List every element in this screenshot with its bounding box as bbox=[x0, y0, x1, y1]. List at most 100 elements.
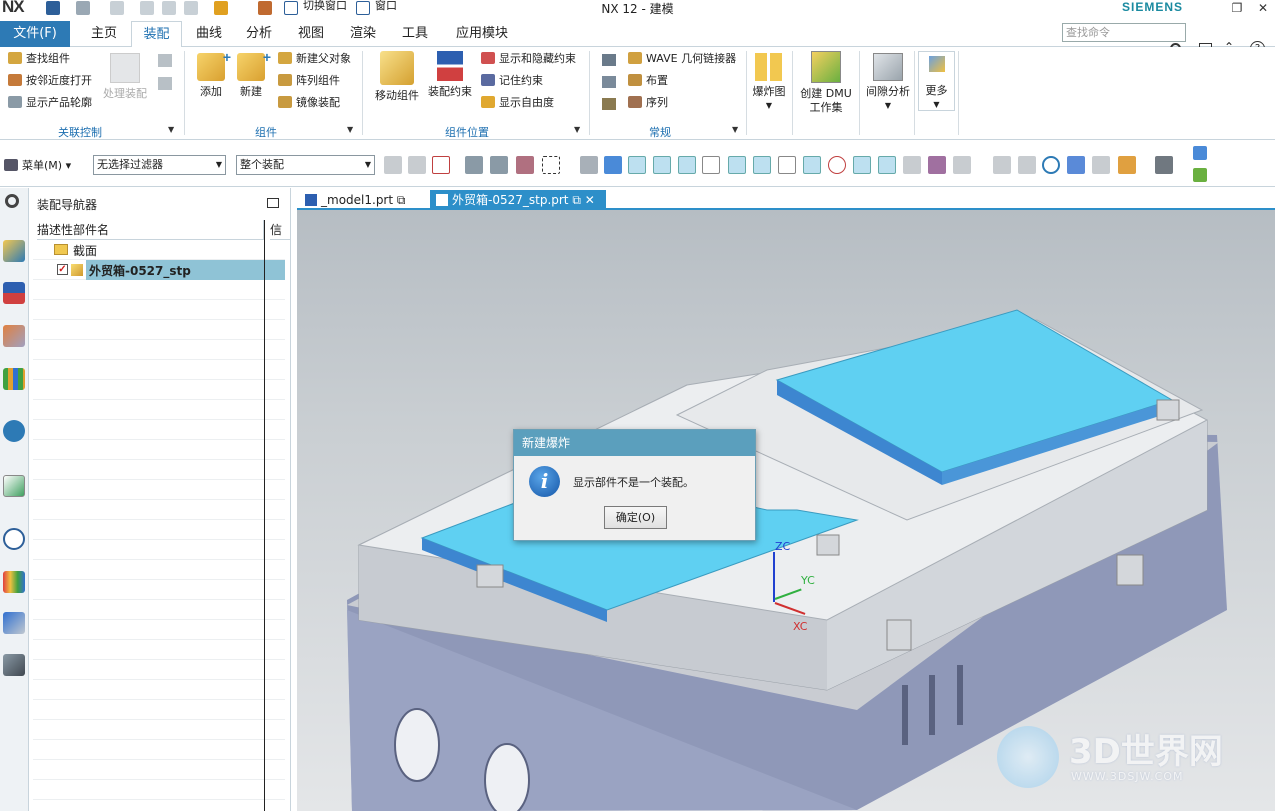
rotate-view-icon[interactable] bbox=[1042, 156, 1060, 174]
paste-icon[interactable] bbox=[184, 1, 198, 15]
window-menu[interactable]: 窗口 bbox=[375, 0, 397, 13]
snap-icon[interactable] bbox=[903, 156, 921, 174]
group-expand-icon[interactable]: ▼ bbox=[168, 125, 174, 134]
find-component-button[interactable]: 查找组件 bbox=[8, 52, 70, 66]
select-tool-icon[interactable] bbox=[465, 156, 483, 174]
close-icon[interactable]: ✕ bbox=[1254, 0, 1272, 16]
view-cube-icon[interactable] bbox=[1193, 146, 1207, 160]
graphics-window[interactable]: ZC YC XC 3D世界网 WWW.3DSJW.COM bbox=[297, 210, 1275, 811]
view-tool-icon[interactable] bbox=[1155, 156, 1173, 174]
gallery-icon[interactable] bbox=[158, 54, 172, 67]
undo-icon[interactable] bbox=[76, 1, 90, 15]
select-tool-icon[interactable] bbox=[408, 156, 426, 174]
snap-icon[interactable] bbox=[702, 156, 720, 174]
tab-applications[interactable]: 应用模块 bbox=[446, 21, 518, 47]
checkbox-checked-icon[interactable]: ✓ bbox=[57, 264, 68, 275]
doc-tab-model1[interactable]: _model1.prt ⧉ bbox=[299, 190, 425, 210]
process-assembly-button[interactable]: 处理装配 bbox=[100, 53, 150, 101]
tree-row-selected[interactable]: ✓ 外贸箱-0527_stp bbox=[33, 260, 285, 280]
tab-view[interactable]: 视图 bbox=[288, 21, 334, 47]
switch-window-icon[interactable] bbox=[284, 1, 298, 15]
snap-icon[interactable] bbox=[928, 156, 946, 174]
tab-home[interactable]: 主页 bbox=[80, 21, 128, 47]
arrangement-button[interactable]: 布置 bbox=[628, 74, 668, 88]
gallery-icon-2[interactable] bbox=[158, 77, 172, 90]
snap-center-icon[interactable] bbox=[803, 156, 821, 174]
menu-button[interactable]: 菜单(M) ▾ bbox=[4, 157, 71, 173]
select-tool-icon[interactable] bbox=[516, 156, 534, 174]
snap-icon[interactable] bbox=[653, 156, 671, 174]
touch-mode-icon[interactable] bbox=[258, 1, 272, 15]
redo-icon[interactable] bbox=[110, 1, 124, 15]
visualization-icon[interactable] bbox=[3, 571, 25, 593]
wave-linker-button[interactable]: WAVE 几何链接器 bbox=[628, 52, 736, 66]
show-hide-constraints-button[interactable]: 显示和隐藏约束 bbox=[481, 52, 576, 66]
dialog-title[interactable]: 新建爆炸 bbox=[514, 430, 755, 456]
close-tab-icon[interactable]: ✕ bbox=[585, 193, 595, 207]
selection-scope-dropdown[interactable]: 整个装配 ▼ bbox=[236, 155, 375, 175]
file-tab[interactable]: 文件(F) bbox=[0, 21, 70, 47]
group-expand-icon[interactable]: ▼ bbox=[732, 125, 738, 134]
mirror-assembly-button[interactable]: 镜像装配 bbox=[278, 96, 340, 110]
tab-curve[interactable]: 曲线 bbox=[186, 21, 232, 47]
rectangle-select-icon[interactable] bbox=[542, 156, 560, 174]
show-dof-button[interactable]: 显示自由度 bbox=[481, 96, 554, 110]
view-tool-icon[interactable] bbox=[1018, 156, 1036, 174]
general-icon-2[interactable] bbox=[602, 76, 616, 88]
select-tool-icon[interactable] bbox=[384, 156, 402, 174]
ok-button[interactable]: 确定(O) bbox=[604, 506, 667, 529]
web-browser-icon[interactable] bbox=[3, 475, 25, 497]
add-component-button[interactable]: + 添加 bbox=[190, 49, 232, 99]
clearance-analysis-button[interactable]: 间隙分析 ▼ bbox=[862, 53, 914, 113]
view-tool-icon[interactable] bbox=[1067, 156, 1085, 174]
group-expand-icon[interactable]: ▼ bbox=[347, 125, 353, 134]
tab-analysis[interactable]: 分析 bbox=[236, 21, 282, 47]
snap-icon[interactable] bbox=[678, 156, 696, 174]
copy-icon[interactable] bbox=[162, 1, 176, 15]
snap-point-icon[interactable] bbox=[432, 156, 450, 174]
process-studio-icon[interactable] bbox=[3, 612, 25, 634]
snap-icon[interactable] bbox=[628, 156, 646, 174]
open-by-proximity-button[interactable]: 按邻近度打开 bbox=[8, 74, 92, 88]
pattern-component-button[interactable]: 阵列组件 bbox=[278, 74, 340, 88]
doc-tab-active[interactable]: 外贸箱-0527_stp.prt ⧉ ✕ bbox=[430, 190, 606, 210]
snap-icon[interactable] bbox=[953, 156, 971, 174]
select-tool-icon[interactable] bbox=[490, 156, 508, 174]
command-icon[interactable] bbox=[214, 1, 228, 15]
tab-assembly[interactable]: 装配 bbox=[131, 21, 182, 48]
create-dmu-workset-button[interactable]: 创建 DMU 工作集 bbox=[796, 51, 856, 115]
snap-icon[interactable] bbox=[828, 156, 846, 174]
general-icon-1[interactable] bbox=[602, 54, 616, 66]
info-icon[interactable] bbox=[3, 420, 25, 442]
tab-tools[interactable]: 工具 bbox=[392, 21, 438, 47]
show-product-outline-button[interactable]: 显示产品轮廓 bbox=[8, 96, 92, 110]
command-search-input[interactable]: 查找命令 bbox=[1062, 23, 1186, 42]
view-tool-icon[interactable] bbox=[1193, 168, 1207, 182]
maximize-icon[interactable] bbox=[267, 198, 279, 208]
column-header-info[interactable]: 信息 bbox=[270, 220, 290, 240]
new-component-button[interactable]: + 新建 bbox=[230, 49, 272, 99]
snap-icon[interactable] bbox=[853, 156, 871, 174]
snap-icon[interactable] bbox=[778, 156, 796, 174]
solid-filter-icon[interactable] bbox=[580, 156, 598, 174]
save-icon[interactable] bbox=[46, 1, 60, 15]
exploded-view-button[interactable]: 爆炸图 ▼ bbox=[749, 53, 789, 113]
view-tool-icon[interactable] bbox=[1118, 156, 1136, 174]
view-tool-icon[interactable] bbox=[993, 156, 1011, 174]
constraint-navigator-icon[interactable] bbox=[3, 282, 25, 304]
snap-icon[interactable] bbox=[753, 156, 771, 174]
assembly-navigator-icon[interactable] bbox=[3, 240, 25, 262]
solid-filter-icon[interactable] bbox=[604, 156, 622, 174]
window-icon[interactable] bbox=[356, 1, 370, 15]
gear-icon[interactable] bbox=[5, 194, 19, 208]
tab-render[interactable]: 渲染 bbox=[340, 21, 386, 47]
part-navigator-icon[interactable] bbox=[3, 325, 25, 347]
general-icon-3[interactable] bbox=[602, 98, 616, 110]
history-clock-icon[interactable] bbox=[3, 528, 25, 550]
selection-filter-dropdown[interactable]: 无选择过滤器 ▼ bbox=[93, 155, 226, 175]
column-divider[interactable] bbox=[264, 220, 265, 811]
restore-icon[interactable]: ❐ bbox=[1228, 0, 1246, 16]
group-expand-icon[interactable]: ▼ bbox=[574, 125, 580, 134]
tree-row[interactable]: 截面 bbox=[33, 240, 285, 260]
cut-icon[interactable] bbox=[140, 1, 154, 15]
